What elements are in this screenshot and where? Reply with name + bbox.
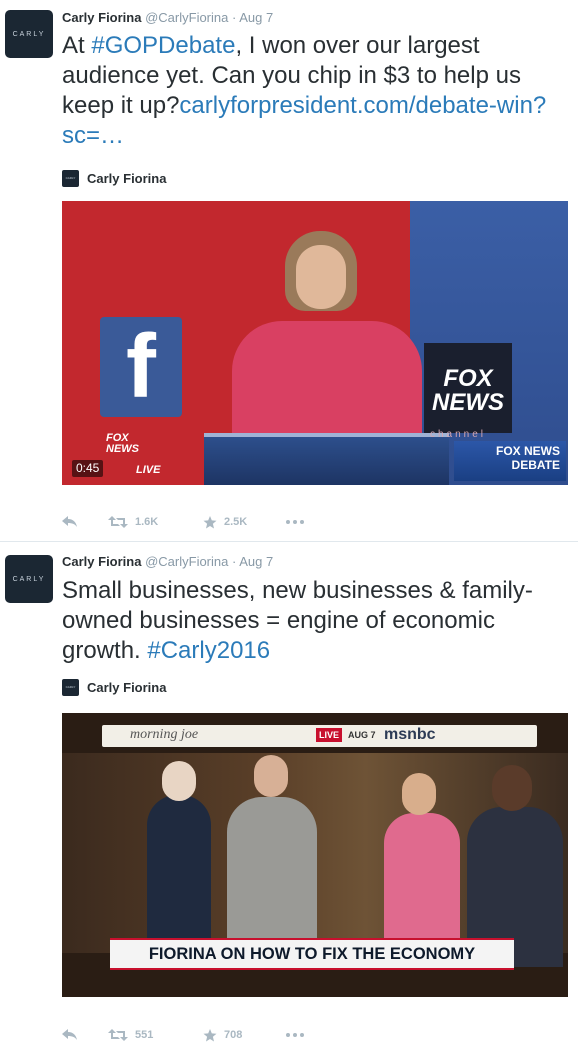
live-badge: LIVE <box>316 728 343 742</box>
chyron: FIORINA ON HOW TO FIX THE ECONOMY <box>110 938 514 970</box>
star-icon <box>203 515 217 528</box>
retweet-icon <box>108 1029 128 1041</box>
tweet-timestamp[interactable]: Aug 7 <box>239 10 273 25</box>
avatar[interactable]: CARLY <box>5 555 53 603</box>
debate-logo-line1: FOX NEWS <box>495 444 560 458</box>
favorite-button[interactable]: 708 <box>203 1028 286 1042</box>
more-icon <box>286 520 304 524</box>
card-avatar: CARLY <box>62 169 79 187</box>
reply-button[interactable] <box>62 516 108 528</box>
panelist-2-body <box>227 797 317 957</box>
hashtag-link[interactable]: #Carly2016 <box>147 637 270 664</box>
video-player[interactable]: f FOX NEWS channel FOX NEWS DEBATE FOX N… <box>62 201 568 485</box>
tweet-header: Carly Fiorina @CarlyFiorina · Aug 7 <box>62 554 273 570</box>
favorite-count: 708 <box>224 1029 243 1041</box>
author-handle[interactable]: @CarlyFiorina <box>145 10 228 25</box>
fox-news-logo: FOX NEWS <box>424 343 512 433</box>
retweet-button[interactable]: 551 <box>108 1029 203 1041</box>
video-duration: 0:45 <box>72 460 104 477</box>
card-author[interactable]: CARLY Carly Fiorina <box>62 676 166 698</box>
more-icon <box>286 1033 304 1037</box>
favorite-count: 2.5K <box>224 516 248 528</box>
separator: · <box>232 554 237 569</box>
avatar[interactable]: CARLY <box>5 10 53 58</box>
tweet-header: Carly Fiorina @CarlyFiorina · Aug 7 <box>62 10 273 26</box>
tweet-text: Small businesses, new businesses & famil… <box>62 576 567 666</box>
card-author[interactable]: CARLY Carly Fiorina <box>62 167 166 189</box>
tweet-actions: 1.6K 2.5K <box>62 512 316 532</box>
tweet-actions: 551 708 <box>62 1025 316 1045</box>
retweet-count: 551 <box>135 1029 154 1041</box>
card-author-name: Carly Fiorina <box>87 679 167 695</box>
more-button[interactable] <box>286 520 316 524</box>
facebook-sign: f <box>100 317 182 417</box>
podium <box>204 433 449 485</box>
card-author-name: Carly Fiorina <box>87 170 167 186</box>
show-name: morning joe <box>130 727 199 742</box>
video-player[interactable]: morning joe LIVE AUG 7 msnbc FIORINA ON … <box>62 713 568 997</box>
tweet-text-prefix: Small businesses, new businesses & famil… <box>62 577 533 664</box>
card-avatar: CARLY <box>62 678 79 696</box>
speaker-face <box>296 245 346 309</box>
tweet[interactable]: CARLY Carly Fiorina @CarlyFiorina · Aug … <box>0 542 578 1050</box>
avatar-text: CARLY <box>12 30 46 38</box>
avatar-text: CARLY <box>12 575 46 583</box>
tweet-timestamp[interactable]: Aug 7 <box>239 554 273 569</box>
debate-logo-line2: DEBATE <box>511 458 560 472</box>
live-bug-line2: NEWS <box>106 443 139 455</box>
panelist-3-head <box>402 773 436 815</box>
tweet-text-prefix: At <box>62 32 92 59</box>
panelist-1-body <box>147 795 211 945</box>
panelist-2-head <box>254 755 288 797</box>
retweet-count: 1.6K <box>135 516 159 528</box>
hashtag-link[interactable]: #GOPDebate <box>91 32 235 59</box>
panelist-1-head <box>162 761 196 801</box>
live-bug-line3: LIVE <box>136 464 161 476</box>
favorite-button[interactable]: 2.5K <box>203 515 286 529</box>
author-handle[interactable]: @CarlyFiorina <box>145 554 228 569</box>
broadcast-date: AUG 7 <box>348 730 376 740</box>
channel-text: channel <box>430 429 487 440</box>
retweet-icon <box>108 516 128 528</box>
tweet[interactable]: CARLY Carly Fiorina @CarlyFiorina · Aug … <box>0 0 578 542</box>
live-bug: FOX NEWS LIVE <box>106 433 161 477</box>
speaker-body <box>232 321 422 451</box>
star-icon <box>203 1028 217 1041</box>
network-logo: msnbc <box>384 726 436 743</box>
panelist-4-head <box>492 765 532 811</box>
reply-icon <box>62 1029 77 1040</box>
card-avatar-text: CARLY <box>65 685 76 689</box>
reply-icon <box>62 516 77 527</box>
card-avatar-text: CARLY <box>65 176 76 180</box>
author-name[interactable]: Carly Fiorina <box>62 10 141 25</box>
debate-logo: FOX NEWS DEBATE <box>454 441 566 481</box>
tweet-text: At #GOPDebate, I won over our largest au… <box>62 31 567 151</box>
separator: · <box>232 10 237 25</box>
more-button[interactable] <box>286 1033 316 1037</box>
author-name[interactable]: Carly Fiorina <box>62 554 141 569</box>
reply-button[interactable] <box>62 1029 108 1041</box>
retweet-button[interactable]: 1.6K <box>108 516 203 528</box>
